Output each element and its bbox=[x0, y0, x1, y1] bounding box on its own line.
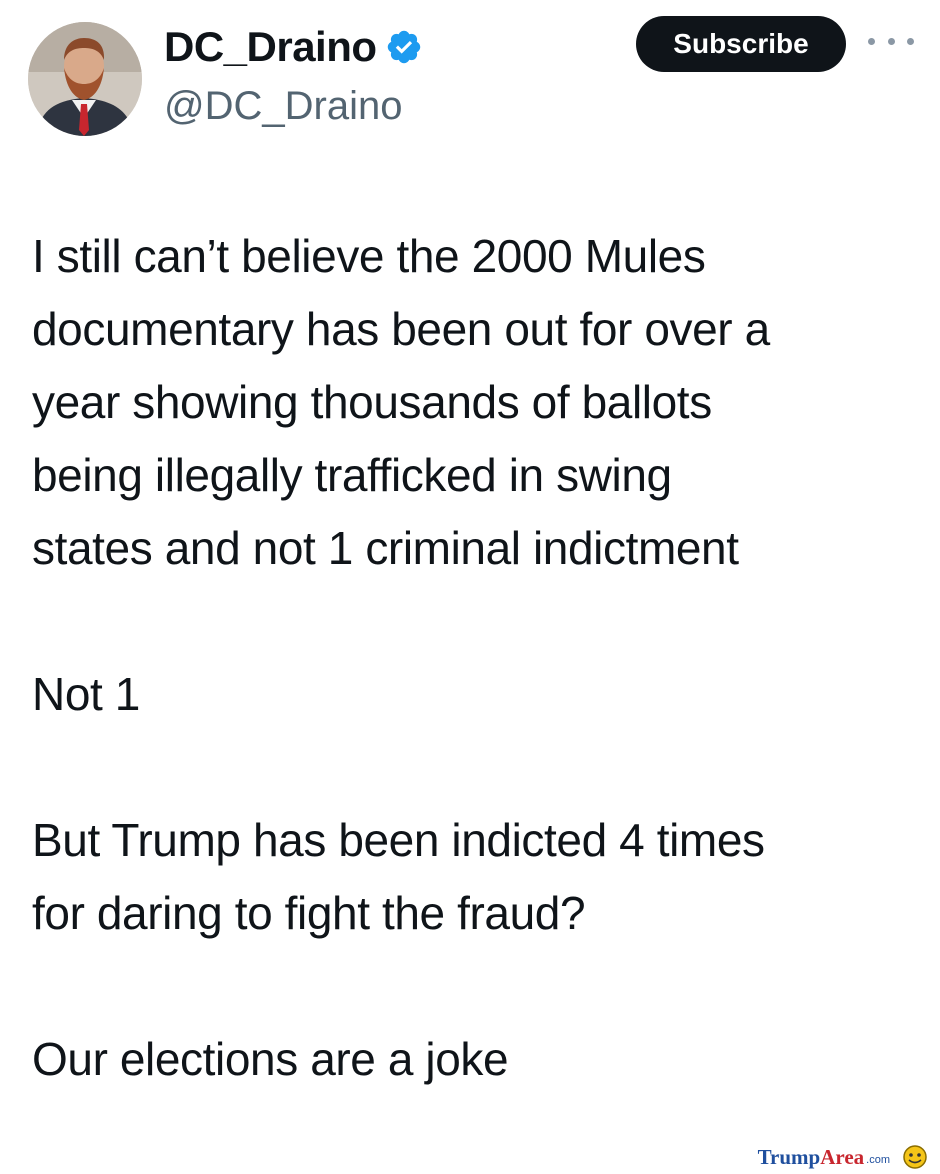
more-dot bbox=[907, 37, 914, 45]
subscribe-button[interactable]: Subscribe bbox=[636, 16, 846, 72]
more-options-icon[interactable] bbox=[868, 30, 914, 52]
watermark-brand-area: Area bbox=[820, 1145, 865, 1169]
emoji-face-icon bbox=[902, 1144, 928, 1170]
tweet-paragraph-4: Our elections are a joke bbox=[32, 1033, 509, 1085]
tweet-paragraph-1: I still can’t believe the 2000 Mules doc… bbox=[32, 230, 770, 574]
display-name-text: DC_Draino bbox=[164, 23, 377, 70]
tweet-paragraph-3: But Trump has been indicted 4 times for … bbox=[32, 814, 765, 939]
handle[interactable]: @DC_Draino bbox=[164, 82, 402, 130]
tweet-text: I still can’t believe the 2000 Mules doc… bbox=[32, 220, 922, 1096]
profile-photo bbox=[28, 22, 142, 136]
more-dot bbox=[887, 37, 895, 45]
more-dot bbox=[868, 37, 875, 45]
display-name[interactable]: DC_Draino bbox=[164, 22, 423, 72]
tweet-paragraph-2: Not 1 bbox=[32, 668, 140, 720]
watermark-suffix: .com bbox=[866, 1154, 890, 1166]
verified-badge-icon bbox=[385, 28, 423, 66]
watermark-brand-trump: Trump bbox=[757, 1145, 821, 1169]
avatar[interactable] bbox=[28, 22, 142, 136]
watermark: Trump Area .com bbox=[758, 1144, 928, 1170]
